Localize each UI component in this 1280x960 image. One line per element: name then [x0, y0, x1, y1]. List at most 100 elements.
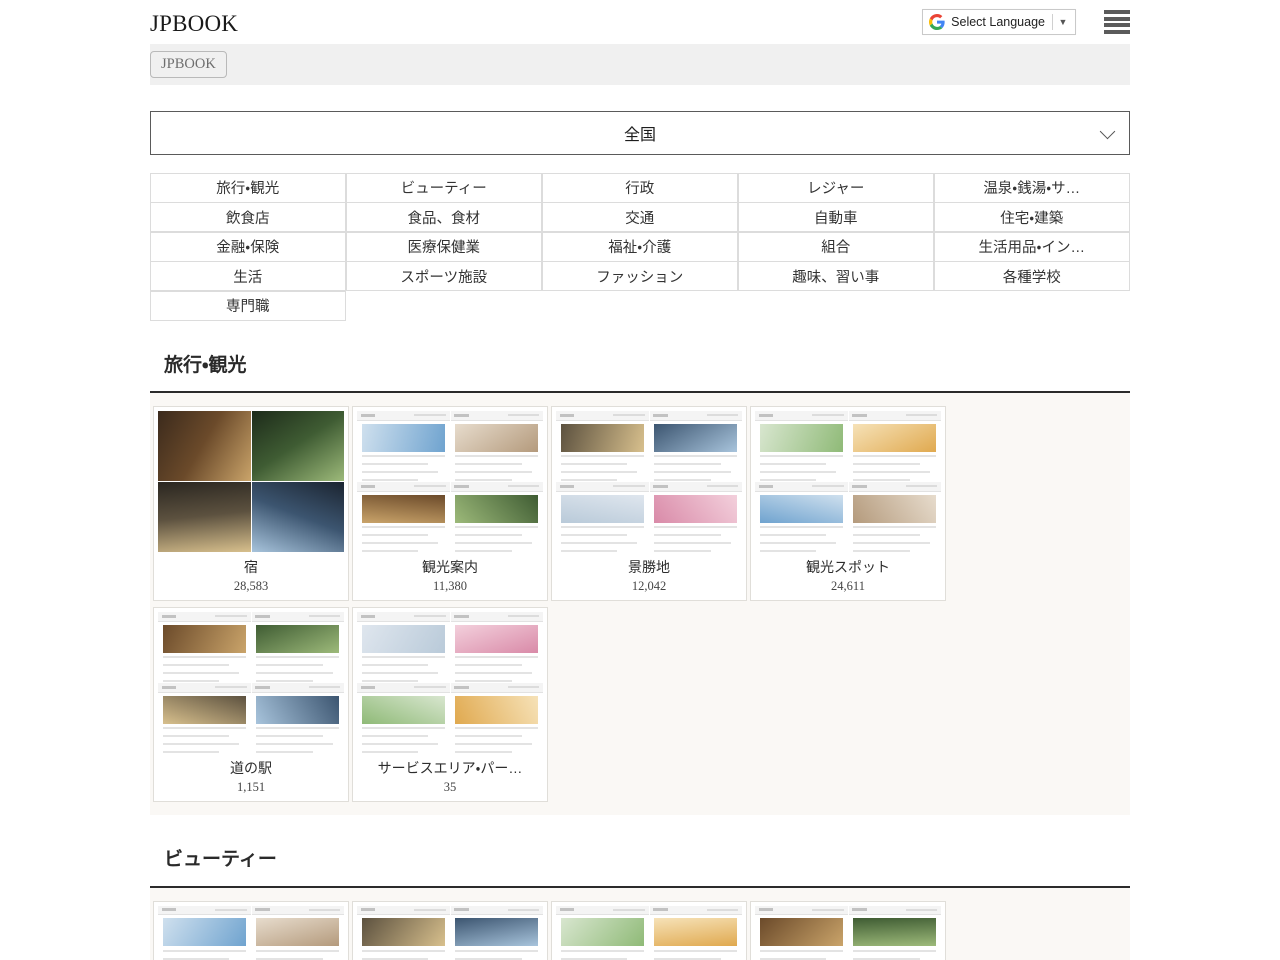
thumbnail-tile	[849, 906, 942, 960]
breadcrumb-item-jpbook[interactable]: JPBOOK	[150, 51, 227, 79]
section: 旅行・観光宿28,583観光案内11,380景勝地12,042観光スポット24,…	[150, 355, 1130, 815]
thumbnail-website-screenshot	[755, 482, 848, 552]
category-cell[interactable]: 温泉・銭湯・サ…	[934, 173, 1131, 203]
category-cell[interactable]: 住宅・建築	[934, 202, 1131, 232]
thumbnail-website-screenshot	[755, 906, 848, 960]
thumbnail-website-screenshot	[252, 683, 345, 753]
section-title: 旅行・観光	[150, 355, 1130, 394]
thumbnail-website-screenshot	[357, 482, 450, 552]
thumbnail-tile	[556, 411, 649, 481]
category-cell[interactable]: ビューティー	[346, 173, 543, 203]
thumbnail-tile	[158, 612, 251, 682]
category-cell[interactable]: 趣味、習い事	[738, 261, 935, 291]
category-card[interactable]	[750, 901, 946, 960]
thumbnail-website-screenshot	[357, 612, 450, 682]
category-cell[interactable]: 自動車	[738, 202, 935, 232]
card-thumbnail	[357, 411, 543, 552]
page-root: JPBOOK Select Language ▼ JPBOOK	[0, 0, 1280, 960]
card-label: 宿	[158, 552, 344, 576]
category-card[interactable]: 観光案内11,380	[352, 406, 548, 601]
thumbnail-tile	[451, 482, 544, 552]
card-label: 観光スポット	[755, 552, 941, 576]
category-cell[interactable]: 各種学校	[934, 261, 1131, 291]
breadcrumb: JPBOOK	[150, 44, 1130, 85]
card-thumbnail	[357, 612, 543, 753]
category-cell[interactable]: 食品、食材	[346, 202, 543, 232]
thumbnail-tile	[252, 612, 345, 682]
thumbnail-tile	[556, 906, 649, 960]
region-select[interactable]: 全国	[150, 111, 1130, 155]
thumbnail-website-screenshot	[158, 683, 251, 753]
category-sections: 旅行・観光宿28,583観光案内11,380景勝地12,042観光スポット24,…	[150, 355, 1130, 960]
thumbnail-tile	[357, 482, 450, 552]
thumbnail-tile	[357, 906, 450, 960]
card-thumbnail	[357, 906, 543, 960]
thumbnail-website-screenshot	[849, 906, 942, 960]
thumbnail-website-screenshot	[451, 612, 544, 682]
category-cell[interactable]: レジャー	[738, 173, 935, 203]
category-cell[interactable]: 行政	[542, 173, 739, 203]
category-card[interactable]: サービスエリア・パー…35	[352, 607, 548, 802]
thumbnail-website-screenshot	[357, 411, 450, 481]
thumbnail-tile	[158, 906, 251, 960]
thumbnail-tile	[650, 906, 743, 960]
category-cell[interactable]: ファッション	[542, 261, 739, 291]
thumbnail-website-screenshot	[158, 612, 251, 682]
card-label: 観光案内	[357, 552, 543, 576]
card-count: 11,380	[357, 576, 543, 600]
translate-label: Select Language	[951, 15, 1052, 29]
thumbnail-website-screenshot	[755, 411, 848, 481]
thumbnail-tile	[849, 411, 942, 481]
category-cell[interactable]: 生活	[150, 261, 347, 291]
thumbnail-tile	[357, 683, 450, 753]
thumbnail-tile	[650, 411, 743, 481]
category-card[interactable]: 道の駅1,151	[153, 607, 349, 802]
google-translate-widget[interactable]: Select Language ▼	[922, 9, 1076, 35]
thumbnail-photo	[252, 411, 345, 481]
category-cell[interactable]: 組合	[738, 232, 935, 262]
list-menu-icon[interactable]	[1104, 10, 1130, 34]
thumbnail-website-screenshot	[357, 683, 450, 753]
card-thumbnail	[158, 906, 344, 960]
category-cell[interactable]: 金融・保険	[150, 232, 347, 262]
thumbnail-website-screenshot	[158, 906, 251, 960]
category-cell[interactable]: 交通	[542, 202, 739, 232]
card-count: 24,611	[755, 576, 941, 600]
category-card[interactable]	[153, 901, 349, 960]
card-count: 28,583	[158, 576, 344, 600]
category-cell[interactable]: 専門職	[150, 291, 347, 321]
thumbnail-website-screenshot	[650, 411, 743, 481]
thumbnail-website-screenshot	[357, 906, 450, 960]
category-cell-empty	[738, 291, 935, 321]
card-thumbnail	[158, 612, 344, 753]
category-cell[interactable]: スポーツ施設	[346, 261, 543, 291]
category-card[interactable]	[352, 901, 548, 960]
thumbnail-tile	[252, 411, 345, 481]
translate-caret-icon[interactable]: ▼	[1053, 10, 1073, 34]
category-card[interactable]: 宿28,583	[153, 406, 349, 601]
site-logo[interactable]: JPBOOK	[150, 12, 238, 35]
thumbnail-website-screenshot	[650, 906, 743, 960]
card-label: 景勝地	[556, 552, 742, 576]
thumbnail-tile	[755, 482, 848, 552]
category-card[interactable]: 観光スポット24,611	[750, 406, 946, 601]
category-card[interactable]: 景勝地12,042	[551, 406, 747, 601]
thumbnail-tile	[451, 683, 544, 753]
category-card[interactable]	[551, 901, 747, 960]
card-thumbnail	[556, 411, 742, 552]
thumbnail-website-screenshot	[849, 482, 942, 552]
category-cell[interactable]: 生活用品・イン…	[934, 232, 1131, 262]
category-cell[interactable]: 飲食店	[150, 202, 347, 232]
thumbnail-website-screenshot	[451, 482, 544, 552]
thumbnail-website-screenshot	[849, 411, 942, 481]
category-cell[interactable]: 医療保健業	[346, 232, 543, 262]
thumbnail-tile	[556, 482, 649, 552]
category-cell[interactable]: 福祉・介護	[542, 232, 739, 262]
thumbnail-website-screenshot	[451, 411, 544, 481]
category-cell[interactable]: 旅行・観光	[150, 173, 347, 203]
card-count: 1,151	[158, 777, 344, 801]
thumbnail-website-screenshot	[451, 683, 544, 753]
thumbnail-tile	[252, 683, 345, 753]
thumbnail-tile	[158, 482, 251, 552]
thumbnail-tile	[650, 482, 743, 552]
